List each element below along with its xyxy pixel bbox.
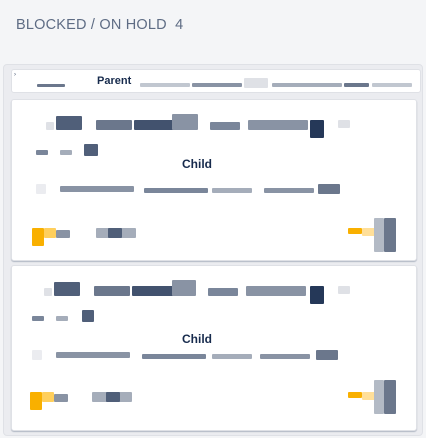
redacted-text — [94, 286, 130, 296]
redacted-text — [310, 286, 324, 304]
redacted-text — [344, 83, 369, 87]
column-count: 4 — [175, 17, 184, 33]
priority-icon — [32, 228, 44, 246]
redacted-text — [54, 282, 80, 296]
redacted-text — [208, 288, 238, 296]
redacted-text — [212, 354, 252, 359]
redacted-text — [246, 286, 306, 296]
column-body: › Parent Child Child — [3, 64, 423, 436]
avatar — [384, 218, 396, 252]
redacted-text — [212, 188, 252, 193]
priority-icon — [44, 228, 56, 238]
redacted-text — [272, 83, 342, 87]
redacted-text — [108, 228, 122, 238]
redacted-text — [32, 350, 42, 360]
parent-swimlane-header[interactable]: › Parent — [11, 69, 421, 93]
avatar — [374, 380, 384, 414]
redacted-text — [244, 78, 268, 88]
redacted-text — [264, 188, 314, 193]
redacted-text — [54, 394, 68, 402]
redacted-text — [60, 150, 72, 155]
redacted-text — [82, 310, 94, 322]
redacted-text — [192, 83, 242, 87]
redacted-text — [338, 120, 350, 128]
redacted-text — [372, 83, 412, 87]
redacted-text — [36, 184, 46, 194]
priority-icon — [30, 392, 42, 410]
redacted-text — [56, 116, 82, 130]
redacted-text — [144, 188, 208, 193]
estimate-badge — [348, 392, 362, 398]
chevron-icon[interactable]: › — [14, 72, 16, 78]
redacted-text — [318, 184, 340, 194]
card-summary: Child — [182, 157, 212, 171]
avatar — [374, 218, 384, 252]
priority-icon — [42, 392, 54, 402]
redacted-text — [56, 352, 130, 358]
redacted-text — [248, 120, 308, 130]
redacted-text — [32, 316, 44, 321]
redacted-text — [142, 354, 206, 359]
redacted-text — [316, 350, 338, 360]
redacted-text — [172, 280, 196, 296]
redacted-text — [338, 286, 350, 294]
redacted-text — [56, 230, 70, 238]
redacted-text — [140, 83, 190, 87]
parent-label: Parent — [97, 75, 132, 87]
issue-card[interactable]: Child — [11, 99, 417, 261]
redacted-text — [106, 392, 120, 402]
avatar — [384, 380, 396, 414]
column-header: BLOCKED / ON HOLD 4 — [16, 17, 183, 33]
redacted-text — [60, 186, 134, 192]
redacted-text — [56, 316, 68, 321]
redacted-text — [172, 114, 198, 130]
redacted-text — [84, 144, 98, 156]
redacted-text — [44, 288, 52, 296]
redacted-text — [37, 84, 65, 87]
column-title: BLOCKED / ON HOLD — [16, 17, 167, 33]
redacted-text — [210, 122, 240, 130]
redacted-text — [46, 122, 54, 130]
redacted-text — [36, 150, 48, 155]
issue-card[interactable]: Child — [11, 265, 417, 431]
estimate-badge — [348, 228, 362, 234]
redacted-text — [310, 120, 324, 138]
redacted-text — [260, 354, 310, 359]
card-summary: Child — [182, 332, 212, 346]
redacted-text — [96, 120, 132, 130]
